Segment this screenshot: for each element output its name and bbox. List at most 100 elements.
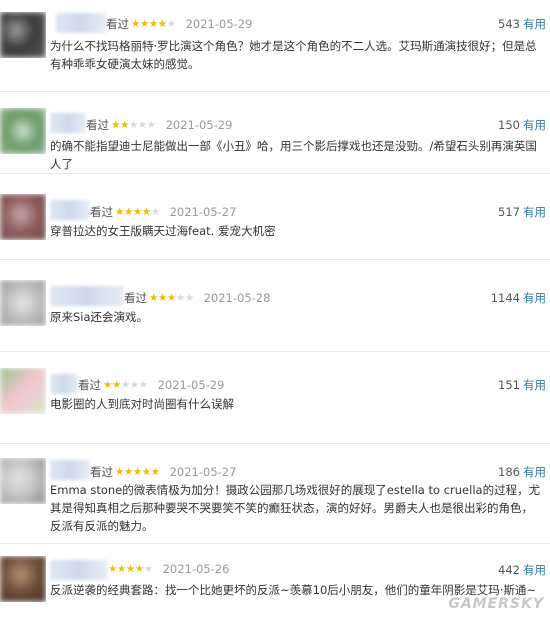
- comment-text: 的确不能指望迪士尼能做出一部《小丑》哈，用三个影后撑戏也还是没勁。/希望石头别再…: [50, 139, 537, 171]
- star-icon: ★: [157, 292, 167, 304]
- useful-button[interactable]: 有用: [523, 118, 546, 132]
- star-icon: ★: [132, 466, 142, 478]
- star-icon: ★: [111, 379, 121, 391]
- comment-item: 看过 ★ ★ ★ ★ ★ 2021-05-29 150 有用 的确不能指望迪士尼能做出一部…: [0, 92, 550, 174]
- vote-count: 442: [498, 563, 520, 577]
- star-icon: ★: [115, 466, 124, 478]
- comment-text: 穿普拉达的女王版瞒天过海feat. 爱宠大机密: [50, 224, 276, 238]
- vote-count: 1144: [490, 291, 520, 305]
- rating-stars: ★ ★ ★ ★ ★: [115, 466, 160, 478]
- star-icon: ★: [119, 119, 129, 131]
- star-icon: ★: [149, 292, 158, 304]
- star-icon: ★: [175, 292, 185, 304]
- comment-date: 2021-05-27: [169, 205, 237, 219]
- vote-count: 186: [498, 465, 520, 479]
- avatar[interactable]: [0, 280, 46, 326]
- username-blurred[interactable]: [50, 286, 124, 306]
- avatar[interactable]: [0, 556, 46, 602]
- vote-count: 150: [498, 118, 520, 132]
- star-icon: ★: [134, 563, 144, 575]
- star-icon: ★: [123, 466, 133, 478]
- avatar[interactable]: [0, 194, 46, 240]
- seen-label: 看过: [78, 378, 101, 392]
- useful-votes[interactable]: 1144 有用: [491, 290, 546, 306]
- rating-stars: ★ ★ ★ ★ ★: [149, 292, 194, 304]
- avatar[interactable]: [0, 12, 46, 58]
- username-blurred[interactable]: [50, 560, 108, 580]
- star-icon: ★: [139, 18, 149, 30]
- comment-meta: 看过 ★ ★ ★ ★ ★ 2021-05-29: [106, 16, 252, 32]
- vote-count: 151: [498, 378, 520, 392]
- comment-item: 看过 ★ ★ ★ ★ ★ 2021-05-29 151 有用 电影圈的人到底对时尚圈有什么…: [0, 352, 550, 444]
- useful-votes[interactable]: 151 有用: [498, 377, 546, 393]
- star-icon: ★: [150, 206, 160, 218]
- rating-stars: ★ ★ ★ ★ ★: [115, 206, 160, 218]
- star-icon: ★: [150, 466, 160, 478]
- star-icon: ★: [120, 379, 130, 391]
- comment-date: 2021-05-29: [157, 378, 225, 392]
- star-icon: ★: [103, 379, 112, 391]
- username-blurred[interactable]: [50, 374, 78, 394]
- comment-date: 2021-05-28: [203, 291, 271, 305]
- star-icon: ★: [157, 18, 167, 30]
- useful-button[interactable]: 有用: [523, 563, 546, 577]
- username-blurred[interactable]: [56, 13, 106, 33]
- star-icon: ★: [108, 563, 117, 575]
- star-icon: ★: [123, 206, 133, 218]
- avatar[interactable]: [0, 458, 46, 504]
- avatar[interactable]: [0, 108, 46, 154]
- comment-meta: 看过 ★ ★ ★ ★ ★ 2021-05-29: [78, 377, 224, 393]
- comment-date: 2021-05-29: [185, 17, 253, 31]
- seen-label: 看过: [90, 205, 113, 219]
- comment-date: 2021-05-27: [169, 465, 237, 479]
- comment-meta: ★ ★ ★ ★ ★ 2021-05-26: [108, 562, 229, 576]
- vote-count: 543: [498, 17, 520, 31]
- star-icon: ★: [116, 563, 126, 575]
- star-icon: ★: [138, 379, 148, 391]
- useful-button[interactable]: 有用: [523, 465, 546, 479]
- comment-text: 原来Sia还会演戏。: [50, 310, 149, 324]
- seen-label: 看过: [106, 17, 129, 31]
- star-icon: ★: [115, 206, 124, 218]
- useful-button[interactable]: 有用: [523, 205, 546, 219]
- comment-item: 看过 ★ ★ ★ ★ ★ 2021-05-27 517 有用 穿普拉达的女王版瞒天过海fe…: [0, 174, 550, 260]
- useful-votes[interactable]: 517 有用: [498, 204, 546, 220]
- username-blurred[interactable]: [50, 460, 90, 480]
- star-icon: ★: [111, 119, 120, 131]
- star-icon: ★: [128, 119, 138, 131]
- star-icon: ★: [137, 119, 147, 131]
- star-icon: ★: [141, 466, 151, 478]
- star-icon: ★: [141, 206, 151, 218]
- username-blurred[interactable]: [50, 200, 90, 220]
- seen-label: 看过: [86, 118, 109, 132]
- useful-button[interactable]: 有用: [523, 378, 546, 392]
- rating-stars: ★ ★ ★ ★ ★: [111, 119, 156, 131]
- rating-stars: ★ ★ ★ ★ ★: [103, 379, 148, 391]
- comment-date: 2021-05-29: [165, 118, 233, 132]
- useful-votes[interactable]: 186 有用: [498, 464, 546, 480]
- comment-item: 看过 ★ ★ ★ ★ ★ 2021-05-28 1144 有用 原来Sia还会演戏。: [0, 260, 550, 352]
- watermark-logo: GAMERSKY: [448, 596, 544, 612]
- useful-button[interactable]: 有用: [523, 291, 546, 305]
- rating-stars: ★ ★ ★ ★ ★: [108, 563, 153, 575]
- avatar[interactable]: [0, 368, 46, 414]
- star-icon: ★: [166, 292, 176, 304]
- comment-meta: 看过 ★ ★ ★ ★ ★ 2021-05-29: [86, 117, 232, 133]
- star-icon: ★: [129, 379, 139, 391]
- star-icon: ★: [146, 119, 156, 131]
- comment-text: 电影圈的人到底对时尚圈有什么误解: [50, 397, 234, 411]
- useful-votes[interactable]: 543 有用: [498, 16, 546, 32]
- seen-label: 看过: [90, 465, 113, 479]
- comment-meta: 看过 ★ ★ ★ ★ ★ 2021-05-27: [90, 464, 236, 480]
- seen-label: 看过: [124, 291, 147, 305]
- comment-text: Emma stone的微表情极为加分！摄政公园那几场戏很好的展现了estella…: [50, 483, 541, 533]
- comment-meta: 看过 ★ ★ ★ ★ ★ 2021-05-28: [124, 290, 270, 306]
- star-icon: ★: [132, 206, 142, 218]
- useful-votes[interactable]: 150 有用: [498, 117, 546, 133]
- comment-item: 看过 ★ ★ ★ ★ ★ 2021-05-27 186 有用 Emma stone的微表情…: [0, 444, 550, 544]
- username-blurred[interactable]: [50, 113, 86, 133]
- useful-votes[interactable]: 442 有用: [498, 562, 546, 578]
- comment-text: 为什么不找玛格丽特·罗比演这个角色？她才是这个角色的不二人选。艾玛斯通演技很好；…: [50, 39, 537, 71]
- useful-button[interactable]: 有用: [523, 17, 546, 31]
- comment-meta: 看过 ★ ★ ★ ★ ★ 2021-05-27: [90, 204, 236, 220]
